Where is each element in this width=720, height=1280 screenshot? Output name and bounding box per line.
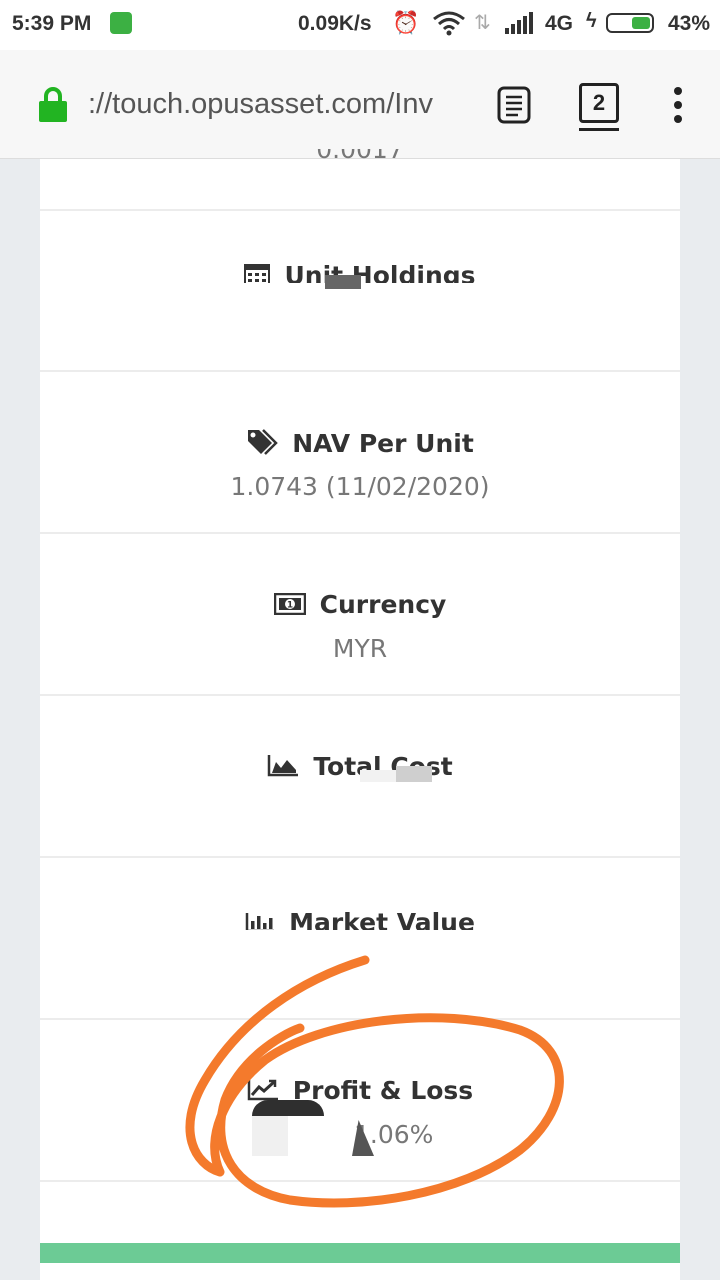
address-bar[interactable]: ://touch.opusasset.com/Inv [88,88,472,128]
redaction-mark [100,782,620,842]
wifi-icon [432,10,466,42]
signal-icon [505,12,537,34]
row-value: MYR [332,634,388,663]
menu-icon[interactable] [672,87,684,123]
row-nav-per-unit: NAV Per Unit 1.0743 (11/02/2020) [40,370,680,531]
row-currency: 1 Currency MYR [40,532,680,693]
tabs-icon[interactable]: 2 [579,83,619,123]
row-unit-holdings: Unit Holdings [40,209,680,370]
app-notification-icon [110,12,132,34]
battery-icon [606,13,654,33]
row-label: Unit Holdings [284,261,476,283]
row-title: Profit & Loss [40,1076,680,1107]
lock-icon[interactable] [38,86,68,122]
partial-value: 0.0017 [40,149,680,163]
fund-details-card: 0.0017 Unit Holdings NAV Per Unit 1.0743… [40,149,680,1280]
row-separator [40,1180,680,1242]
money-bill-icon: 1 [273,592,306,621]
data-arrows-icon: ⇅ [474,12,491,34]
alarm-icon: ⏰ [392,10,420,35]
area-chart-icon [267,753,299,783]
network-speed: 0.09K/s [298,12,372,35]
row-title: NAV Per Unit [40,428,680,462]
row-value: 1.06% [354,1120,434,1149]
calculator-icon [244,263,271,283]
redaction-mark [325,275,361,289]
row-title: 1 Currency [40,590,680,621]
status-bar: 5:39 PM 0.09K/s ⏰ ⇅ 4G ϟ 43% [0,0,720,50]
row-profit-loss: Profit & Loss 1.06% [40,1018,680,1179]
row-label: NAV Per Unit [292,429,474,458]
row-label: Market Value [289,908,475,930]
accent-bar [40,1243,680,1263]
row-market-value: Market Value [40,856,680,1017]
tags-icon [246,428,278,462]
address-fade [430,84,480,130]
row-value: 1.0743 (11/02/2020) [230,472,490,501]
row-label: Profit & Loss [292,1076,474,1105]
bar-chart-icon [245,910,275,930]
network-type: 4G [545,12,574,35]
tabs-underline [579,128,619,131]
redaction-mark [252,1100,324,1116]
browser-toolbar: ://touch.opusasset.com/Inv 2 [0,50,720,159]
row-title: Market Value [40,908,680,930]
redaction-mark [252,1116,288,1156]
svg-text:1: 1 [287,600,293,610]
reader-mode-icon[interactable] [497,86,531,124]
row-label: Currency [319,590,447,619]
battery-percent: 43% [668,12,711,35]
row-total-cost: Total Cost [40,694,680,855]
charging-icon: ϟ [586,10,597,32]
status-time: 5:39 PM [12,12,92,35]
